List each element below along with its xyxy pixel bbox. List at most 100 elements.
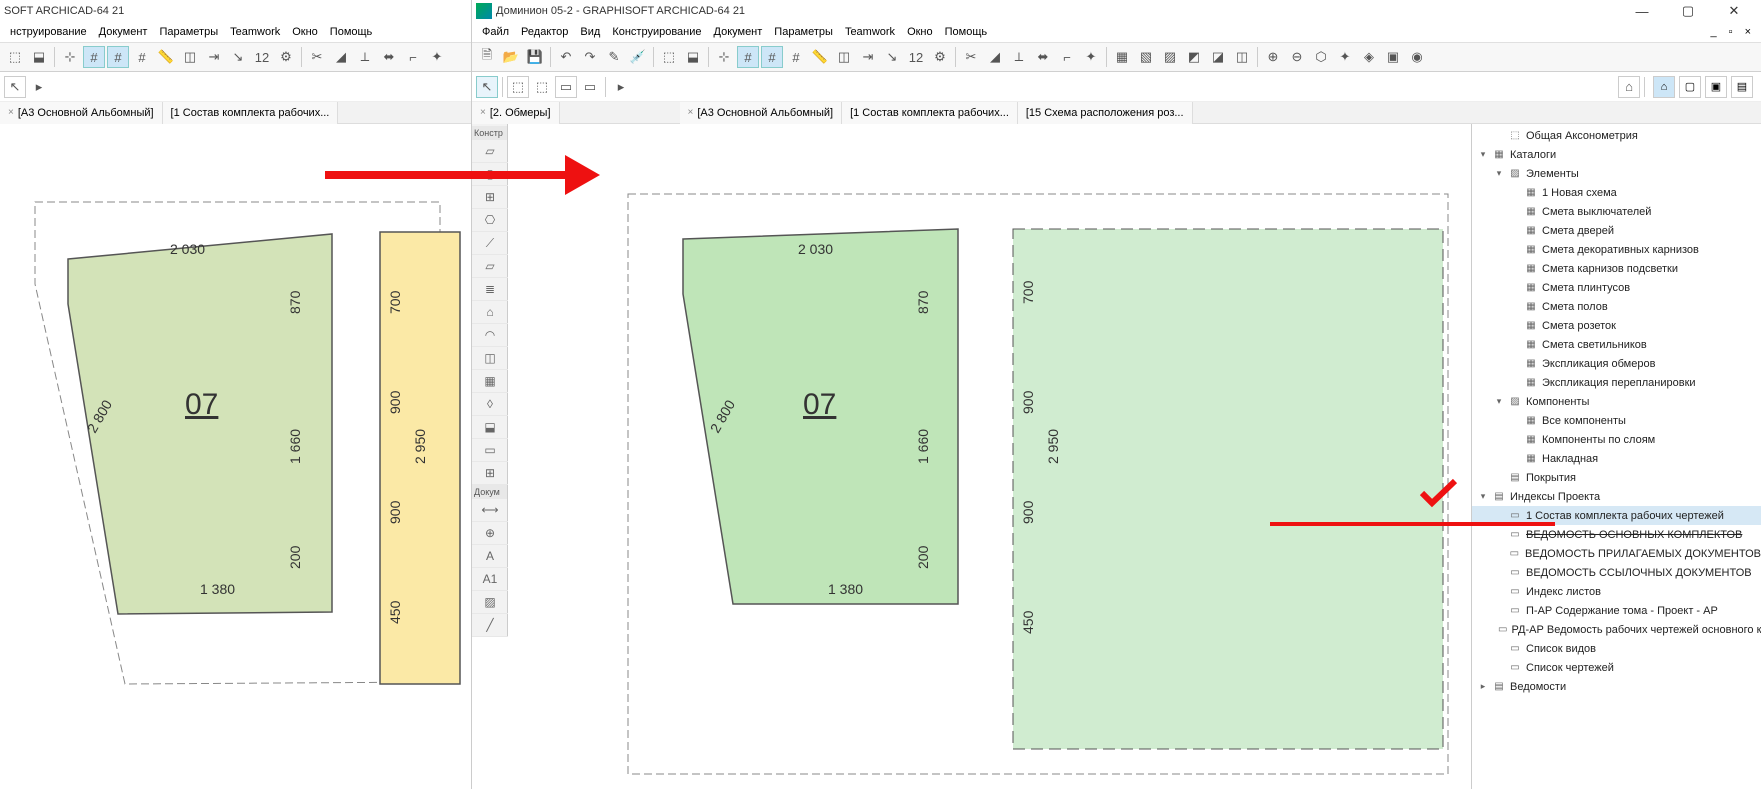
tool-icon[interactable]: ◈ (1358, 46, 1380, 68)
beam-tool-icon[interactable]: ⟋ (472, 232, 508, 255)
eyedropper-icon[interactable]: ✎ (603, 46, 625, 68)
navigator-tab-icon[interactable]: ▤ (1731, 76, 1753, 98)
roof-tool-icon[interactable]: ⌂ (472, 301, 508, 324)
undo-icon[interactable]: ↶ (555, 46, 577, 68)
line-tool-icon[interactable]: ╱ (472, 614, 508, 637)
marquee-icon[interactable]: ⬚ (507, 76, 529, 98)
tree-twisty-icon[interactable]: ▾ (1478, 149, 1488, 160)
arrow-icon[interactable]: ▸ (28, 76, 50, 98)
mesh-tool-icon[interactable]: ⊞ (472, 462, 508, 485)
navigator-tab-icon[interactable]: ▢ (1679, 76, 1701, 98)
tool-icon[interactable]: ◩ (1183, 46, 1205, 68)
grid-icon[interactable]: # (83, 46, 105, 68)
object-tool-icon[interactable]: ⬓ (472, 416, 508, 439)
redo-icon[interactable]: ↷ (579, 46, 601, 68)
menu-item[interactable]: Teamwork (839, 24, 901, 40)
navigator-tree[interactable]: ⬚Общая Аксонометрия▾▦Каталоги▾▨Элементы▦… (1472, 124, 1761, 789)
tool-icon[interactable]: ⬓ (28, 46, 50, 68)
tree-item[interactable]: ▭Список чертежей (1472, 658, 1761, 677)
tree-item[interactable]: ▦Накладная (1472, 449, 1761, 468)
adjust-icon[interactable]: ⬌ (1032, 46, 1054, 68)
align-icon[interactable]: ⇥ (857, 46, 879, 68)
slab-tool-icon[interactable]: ▱ (472, 255, 508, 278)
adjust-icon[interactable]: ⬌ (378, 46, 400, 68)
trim-icon[interactable]: ◢ (984, 46, 1006, 68)
shell-tool-icon[interactable]: ◠ (472, 324, 508, 347)
tool-icon[interactable]: ⬚ (4, 46, 26, 68)
tree-item[interactable]: ▾▦Каталоги (1472, 145, 1761, 164)
tree-item[interactable]: ▤Покрытия (1472, 468, 1761, 487)
tree-item[interactable]: ▭ВЕДОМОСТЬ ОСНОВНЫХ КОМПЛЕКТОВ (1472, 525, 1761, 544)
tool-icon[interactable]: 12 (251, 46, 273, 68)
tree-item[interactable]: ▭Индекс листов (1472, 582, 1761, 601)
new-icon[interactable]: 🗎 (476, 46, 498, 68)
tool-icon[interactable]: ↘ (881, 46, 903, 68)
tree-item[interactable]: ⬚Общая Аксонометрия (1472, 126, 1761, 145)
canvas-right[interactable]: 07 2 030 870 1 660 200 1 380 2 800 700 9… (508, 124, 1471, 789)
tree-twisty-icon[interactable]: ▾ (1494, 396, 1504, 407)
tree-item[interactable]: ▾▨Компоненты (1472, 392, 1761, 411)
text-tool-icon[interactable]: A (472, 545, 508, 568)
menu-item[interactable]: Помощь (939, 24, 994, 40)
skylight-tool-icon[interactable]: ◫ (472, 347, 508, 370)
arrow-icon[interactable]: ↖ (4, 76, 26, 98)
close-classic-icon[interactable]: × (1739, 26, 1757, 38)
navigator-tab-icon[interactable]: ⌂ (1653, 76, 1675, 98)
restore-classic-icon[interactable]: ▫ (1723, 26, 1739, 38)
zone-tool-icon[interactable]: ▭ (472, 439, 508, 462)
menu-item[interactable]: нструирование (4, 24, 93, 40)
tree-item[interactable]: ▦1 Новая схема (1472, 183, 1761, 202)
tool-icon[interactable]: ⊕ (1262, 46, 1284, 68)
morph-tool-icon[interactable]: ◊ (472, 393, 508, 416)
fillet-icon[interactable]: ⌐ (402, 46, 424, 68)
menu-item[interactable]: Документ (93, 24, 154, 40)
split-icon[interactable]: ⟂ (1008, 46, 1030, 68)
measure-icon[interactable]: ◫ (179, 46, 201, 68)
minimize-button[interactable]: — (1619, 0, 1665, 22)
measure-icon[interactable]: ◫ (833, 46, 855, 68)
tree-item[interactable]: ▦Смета карнизов подсветки (1472, 259, 1761, 278)
close-icon[interactable]: × (480, 107, 486, 118)
tool-icon[interactable]: ◫ (1231, 46, 1253, 68)
tab[interactable]: [1 Состав комплекта рабочих... (163, 102, 339, 124)
menu-item[interactable]: Файл (476, 24, 515, 40)
tree-item[interactable]: ▦Все компоненты (1472, 411, 1761, 430)
menu-item[interactable]: Параметры (153, 24, 224, 40)
maximize-button[interactable]: ▢ (1665, 0, 1711, 22)
trim-icon[interactable]: ◢ (330, 46, 352, 68)
tool-icon[interactable]: ◪ (1207, 46, 1229, 68)
tree-item[interactable]: ▦Экспликация перепланировки (1472, 373, 1761, 392)
menu-item[interactable]: Документ (708, 24, 769, 40)
marquee-icon[interactable]: ▭ (579, 76, 601, 98)
tree-item[interactable]: ▦Смета розеток (1472, 316, 1761, 335)
fillet-icon[interactable]: ⌐ (1056, 46, 1078, 68)
dimension-tool-icon[interactable]: ⟷ (472, 499, 508, 522)
curtain-wall-tool-icon[interactable]: ▦ (472, 370, 508, 393)
tool-icon[interactable]: ⚙ (929, 46, 951, 68)
menu-item[interactable]: Teamwork (224, 24, 286, 40)
canvas-left[interactable]: 07 2 030 870 1 660 200 1 380 2 800 700 9… (0, 124, 471, 789)
tree-twisty-icon[interactable]: ▾ (1494, 168, 1504, 179)
tool-icon[interactable]: ◉ (1406, 46, 1428, 68)
tool-icon[interactable]: ⊖ (1286, 46, 1308, 68)
tree-item[interactable]: ▾▤Индексы Проекта (1472, 487, 1761, 506)
tab[interactable]: ×[2. Обмеры] (472, 102, 560, 124)
ruler-icon[interactable]: 📏 (155, 46, 177, 68)
tree-twisty-icon[interactable]: ▸ (1478, 681, 1488, 692)
column-tool-icon[interactable]: ⎔ (472, 209, 508, 232)
align-icon[interactable]: ⇥ (203, 46, 225, 68)
snap-icon[interactable]: ⊹ (713, 46, 735, 68)
tool-icon[interactable]: ⚙ (275, 46, 297, 68)
tool-icon[interactable]: ⬚ (658, 46, 680, 68)
tab[interactable]: ×[А3 Основной Альбомный] (0, 102, 163, 124)
tool-icon[interactable]: ▣ (1382, 46, 1404, 68)
cut-icon[interactable]: ✂ (960, 46, 982, 68)
close-icon[interactable]: × (8, 107, 14, 118)
arrow-icon[interactable]: ▸ (610, 76, 632, 98)
tree-item[interactable]: ▦Экспликация обмеров (1472, 354, 1761, 373)
stair-tool-icon[interactable]: ≣ (472, 278, 508, 301)
tab[interactable]: [15 Схема расположения роз... (1018, 102, 1193, 124)
tree-item[interactable]: ▦Компоненты по слоям (1472, 430, 1761, 449)
menu-item[interactable]: Окно (286, 24, 324, 40)
tool-icon[interactable]: 12 (905, 46, 927, 68)
